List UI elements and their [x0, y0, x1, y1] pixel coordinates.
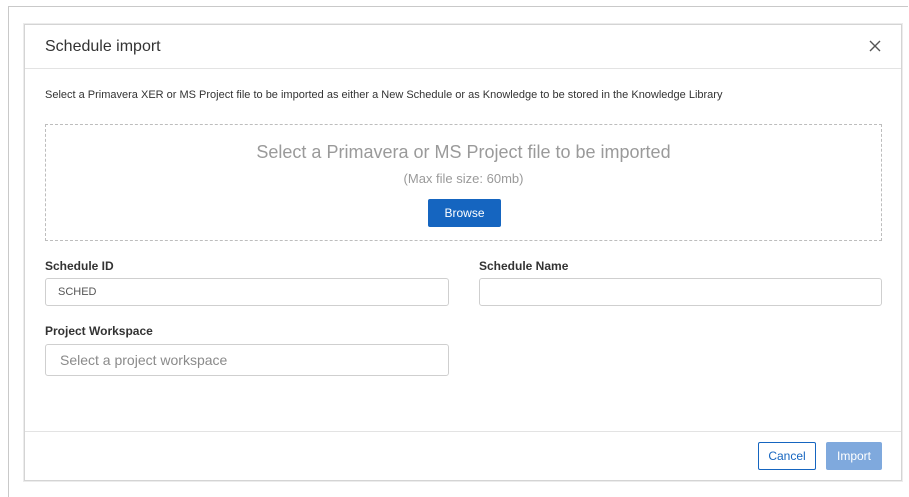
browse-button[interactable]: Browse	[428, 199, 501, 227]
dialog-description: Select a Primavera XER or MS Project fil…	[45, 89, 723, 101]
schedule-import-dialog: Schedule import Select a Primavera XER o…	[24, 24, 902, 481]
dropzone-size-hint: (Max file size: 60mb)	[403, 171, 524, 186]
schedule-name-label: Schedule Name	[479, 259, 569, 273]
file-dropzone[interactable]: Select a Primavera or MS Project file to…	[45, 124, 882, 241]
schedule-id-input[interactable]	[45, 278, 449, 306]
close-icon[interactable]	[867, 38, 883, 54]
dialog-title: Schedule import	[45, 38, 161, 55]
project-workspace-select[interactable]	[45, 344, 449, 376]
schedule-name-input[interactable]	[479, 278, 882, 306]
cancel-button[interactable]: Cancel	[758, 442, 816, 470]
dialog-header: Schedule import	[25, 25, 901, 69]
project-workspace-label: Project Workspace	[45, 324, 153, 338]
dropzone-main-text: Select a Primavera or MS Project file to…	[256, 142, 671, 162]
schedule-id-label: Schedule ID	[45, 259, 114, 273]
import-button[interactable]: Import	[826, 442, 882, 470]
